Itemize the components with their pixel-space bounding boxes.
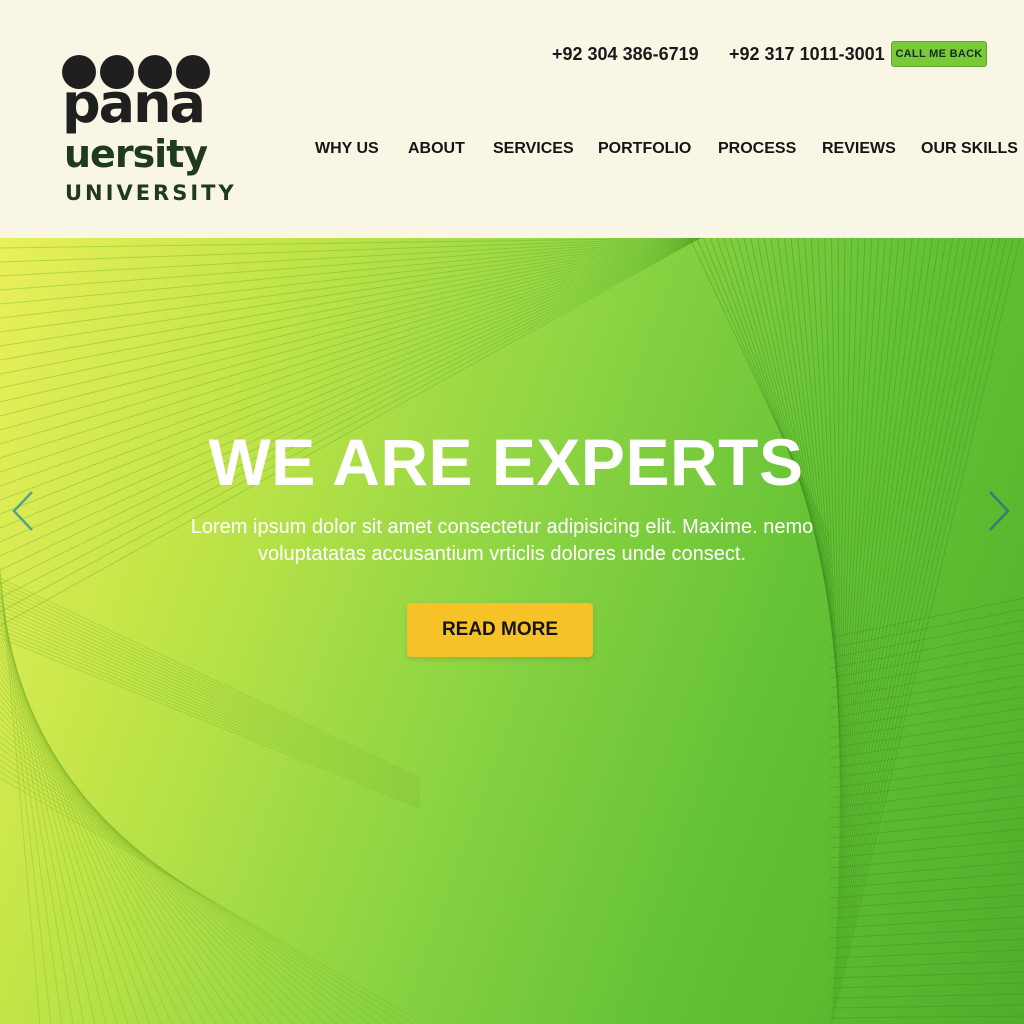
pattern-line — [829, 938, 1024, 949]
pattern-line — [0, 238, 701, 249]
nav-item-about[interactable]: ABOUT — [408, 140, 465, 158]
pattern-line — [0, 597, 421, 789]
pattern-line — [0, 747, 371, 1024]
pattern-line — [829, 740, 1024, 769]
pattern-line — [0, 238, 701, 557]
read-more-button[interactable]: READ MORE — [407, 603, 593, 657]
pattern-line — [0, 238, 701, 403]
nav-item-process[interactable]: PROCESS — [718, 140, 796, 158]
nav-item-services[interactable]: SERVICES — [493, 140, 574, 158]
pattern-line — [0, 629, 421, 805]
phone-number-1[interactable]: +92 304 386-6719 — [552, 44, 699, 65]
pattern-line — [829, 1015, 1024, 1019]
call-me-back-button[interactable]: CALL ME BACK — [891, 41, 987, 67]
pattern-line — [0, 589, 421, 785]
pattern-line — [0, 238, 701, 333]
pattern-line — [0, 669, 228, 1024]
pattern-line — [0, 723, 327, 1024]
nav-item-portfolio[interactable]: PORTFOLIO — [598, 140, 691, 158]
pattern-line — [0, 753, 382, 1024]
pattern-line — [829, 971, 1024, 979]
nav-item-reviews[interactable]: REVIEWS — [822, 140, 896, 158]
pattern-line — [0, 741, 360, 1024]
pattern-line — [829, 916, 1024, 929]
pattern-line — [0, 581, 421, 781]
pattern-line — [829, 949, 1024, 959]
pattern-line — [829, 993, 1024, 999]
pattern-line — [0, 693, 272, 1024]
pattern-line — [833, 238, 994, 985]
pattern-line — [0, 585, 421, 783]
main-nav: WHY US ABOUT SERVICES PORTFOLIO PROCESS … — [0, 140, 1024, 162]
hero-description: Lorem ipsum dolor sit amet consectetur a… — [190, 516, 814, 565]
pattern-line — [0, 705, 294, 1024]
site-header: pana uersity UNIVERSITY +92 304 386-6719… — [0, 0, 1024, 238]
pattern-line — [0, 681, 250, 1024]
hero-title: WE ARE EXPERTS — [208, 425, 804, 499]
pattern-line — [0, 238, 701, 417]
pattern-line — [0, 601, 421, 791]
logo-wordmark-line-1: pana — [62, 72, 206, 135]
logo[interactable]: pana uersity UNIVERSITY — [62, 55, 234, 215]
pattern-line — [0, 593, 421, 787]
pattern-line — [0, 651, 195, 1024]
pattern-line — [835, 238, 967, 945]
pattern-line — [839, 238, 886, 826]
pattern-line — [0, 238, 701, 361]
pattern-line — [0, 633, 162, 1024]
phone-number-2[interactable]: +92 317 1011-3001 — [729, 44, 885, 65]
nav-item-our-skills[interactable]: OUR SKILLS — [921, 140, 1018, 158]
pattern-line — [0, 729, 338, 1024]
pattern-line — [0, 605, 421, 793]
pattern-line — [0, 238, 701, 389]
pattern-line — [0, 609, 421, 795]
pattern-line — [0, 238, 701, 431]
pattern-line — [0, 238, 701, 445]
logo-wordmark-line-3: UNIVERSITY — [65, 181, 237, 205]
pattern-line — [829, 927, 1024, 939]
pattern-line — [829, 784, 1024, 809]
pattern-line — [0, 238, 701, 277]
nav-item-why-us[interactable]: WHY US — [315, 140, 379, 158]
hero-slider: WE ARE EXPERTS Lorem ipsum dolor sit ame… — [0, 238, 1024, 1024]
pattern-line — [0, 735, 349, 1024]
pattern-line — [0, 238, 701, 291]
pattern-line — [0, 577, 421, 779]
pattern-line — [0, 663, 217, 1024]
pattern-line — [829, 982, 1024, 989]
pattern-line — [829, 1004, 1024, 1009]
pattern-line — [829, 960, 1024, 969]
